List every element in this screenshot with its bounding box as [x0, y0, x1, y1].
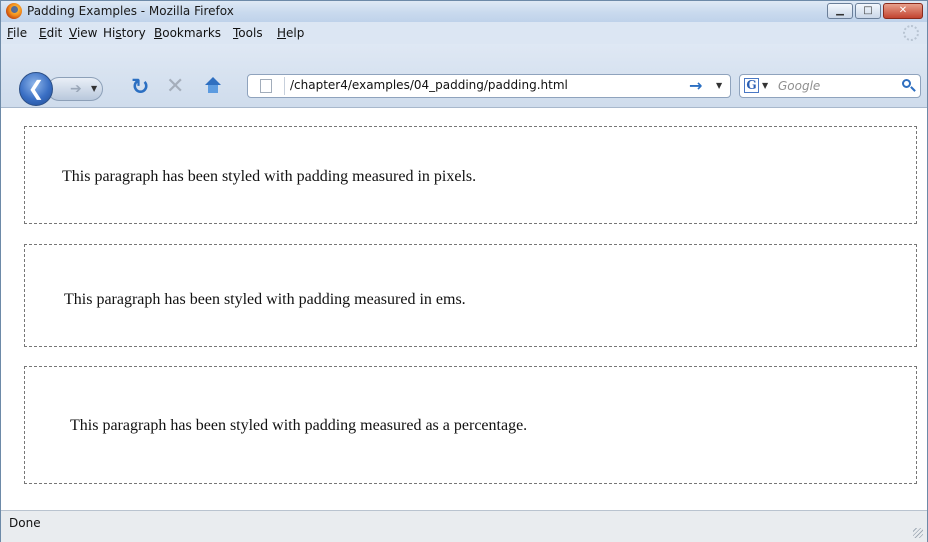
activity-throbber-icon [903, 25, 919, 41]
menu-edit[interactable]: Edit [39, 26, 62, 40]
paragraph-ems: This paragraph has been styled with padd… [24, 244, 917, 347]
menu-history[interactable]: History [103, 26, 146, 40]
browser-window: Padding Examples - Mozilla Firefox ▁ □ ✕… [0, 0, 928, 542]
paragraph-text: This paragraph has been styled with padd… [62, 168, 477, 185]
paragraph-pixels: This paragraph has been styled with padd… [24, 126, 917, 224]
page-icon [260, 79, 272, 93]
menu-bookmarks[interactable]: Bookmarks [154, 26, 221, 40]
firefox-logo-icon [6, 3, 22, 19]
search-engine-dropdown-icon[interactable]: ▼ [762, 81, 768, 90]
close-button[interactable]: ✕ [883, 3, 923, 19]
google-engine-icon[interactable]: G [744, 78, 759, 93]
home-button[interactable] [204, 77, 222, 95]
menu-view[interactable]: View [69, 26, 97, 40]
menu-bar: File Edit View History Bookmarks Tools H… [1, 22, 927, 44]
menu-file[interactable]: File [7, 26, 27, 40]
status-text: Done [9, 516, 41, 530]
search-icon[interactable] [902, 79, 911, 88]
window-title: Padding Examples - Mozilla Firefox [27, 4, 234, 18]
window-controls: ▁ □ ✕ [827, 3, 923, 19]
address-bar[interactable]: /chapter4/examples/04_padding/padding.ht… [247, 74, 731, 98]
paragraph-percentage: This paragraph has been styled with padd… [24, 366, 917, 484]
minimize-button[interactable]: ▁ [827, 3, 853, 19]
search-bar[interactable]: G ▼ Google [739, 74, 921, 98]
menu-help[interactable]: Help [277, 26, 304, 40]
title-bar[interactable]: Padding Examples - Mozilla Firefox ▁ □ ✕ [1, 1, 927, 22]
stop-button[interactable]: ✕ [166, 74, 184, 99]
resize-grip-icon[interactable] [913, 528, 923, 538]
status-bar: Done [1, 510, 927, 542]
forward-arrow-icon: ➔ [70, 81, 82, 97]
back-arrow-icon: ❮ [27, 76, 45, 100]
maximize-button[interactable]: □ [855, 3, 881, 19]
address-input[interactable]: /chapter4/examples/04_padding/padding.ht… [290, 78, 568, 92]
reload-button[interactable]: ↻ [131, 75, 149, 100]
page-content: This paragraph has been styled with padd… [1, 108, 927, 507]
navigation-toolbar: ➔ ▼ ❮ ↻ ✕ /chapter4/examples/04_padding/… [1, 44, 927, 108]
menu-tools[interactable]: Tools [233, 26, 263, 40]
search-input[interactable]: Google [778, 79, 820, 93]
forward-button[interactable]: ➔ ▼ [47, 77, 103, 101]
paragraph-text: This paragraph has been styled with padd… [70, 417, 528, 434]
address-dropdown-icon[interactable]: ▼ [716, 81, 722, 90]
go-arrow-icon[interactable]: → [689, 76, 702, 95]
back-button[interactable]: ❮ [19, 72, 53, 106]
address-divider [284, 77, 285, 95]
history-dropdown-icon[interactable]: ▼ [91, 84, 97, 93]
paragraph-text: This paragraph has been styled with padd… [64, 291, 466, 308]
